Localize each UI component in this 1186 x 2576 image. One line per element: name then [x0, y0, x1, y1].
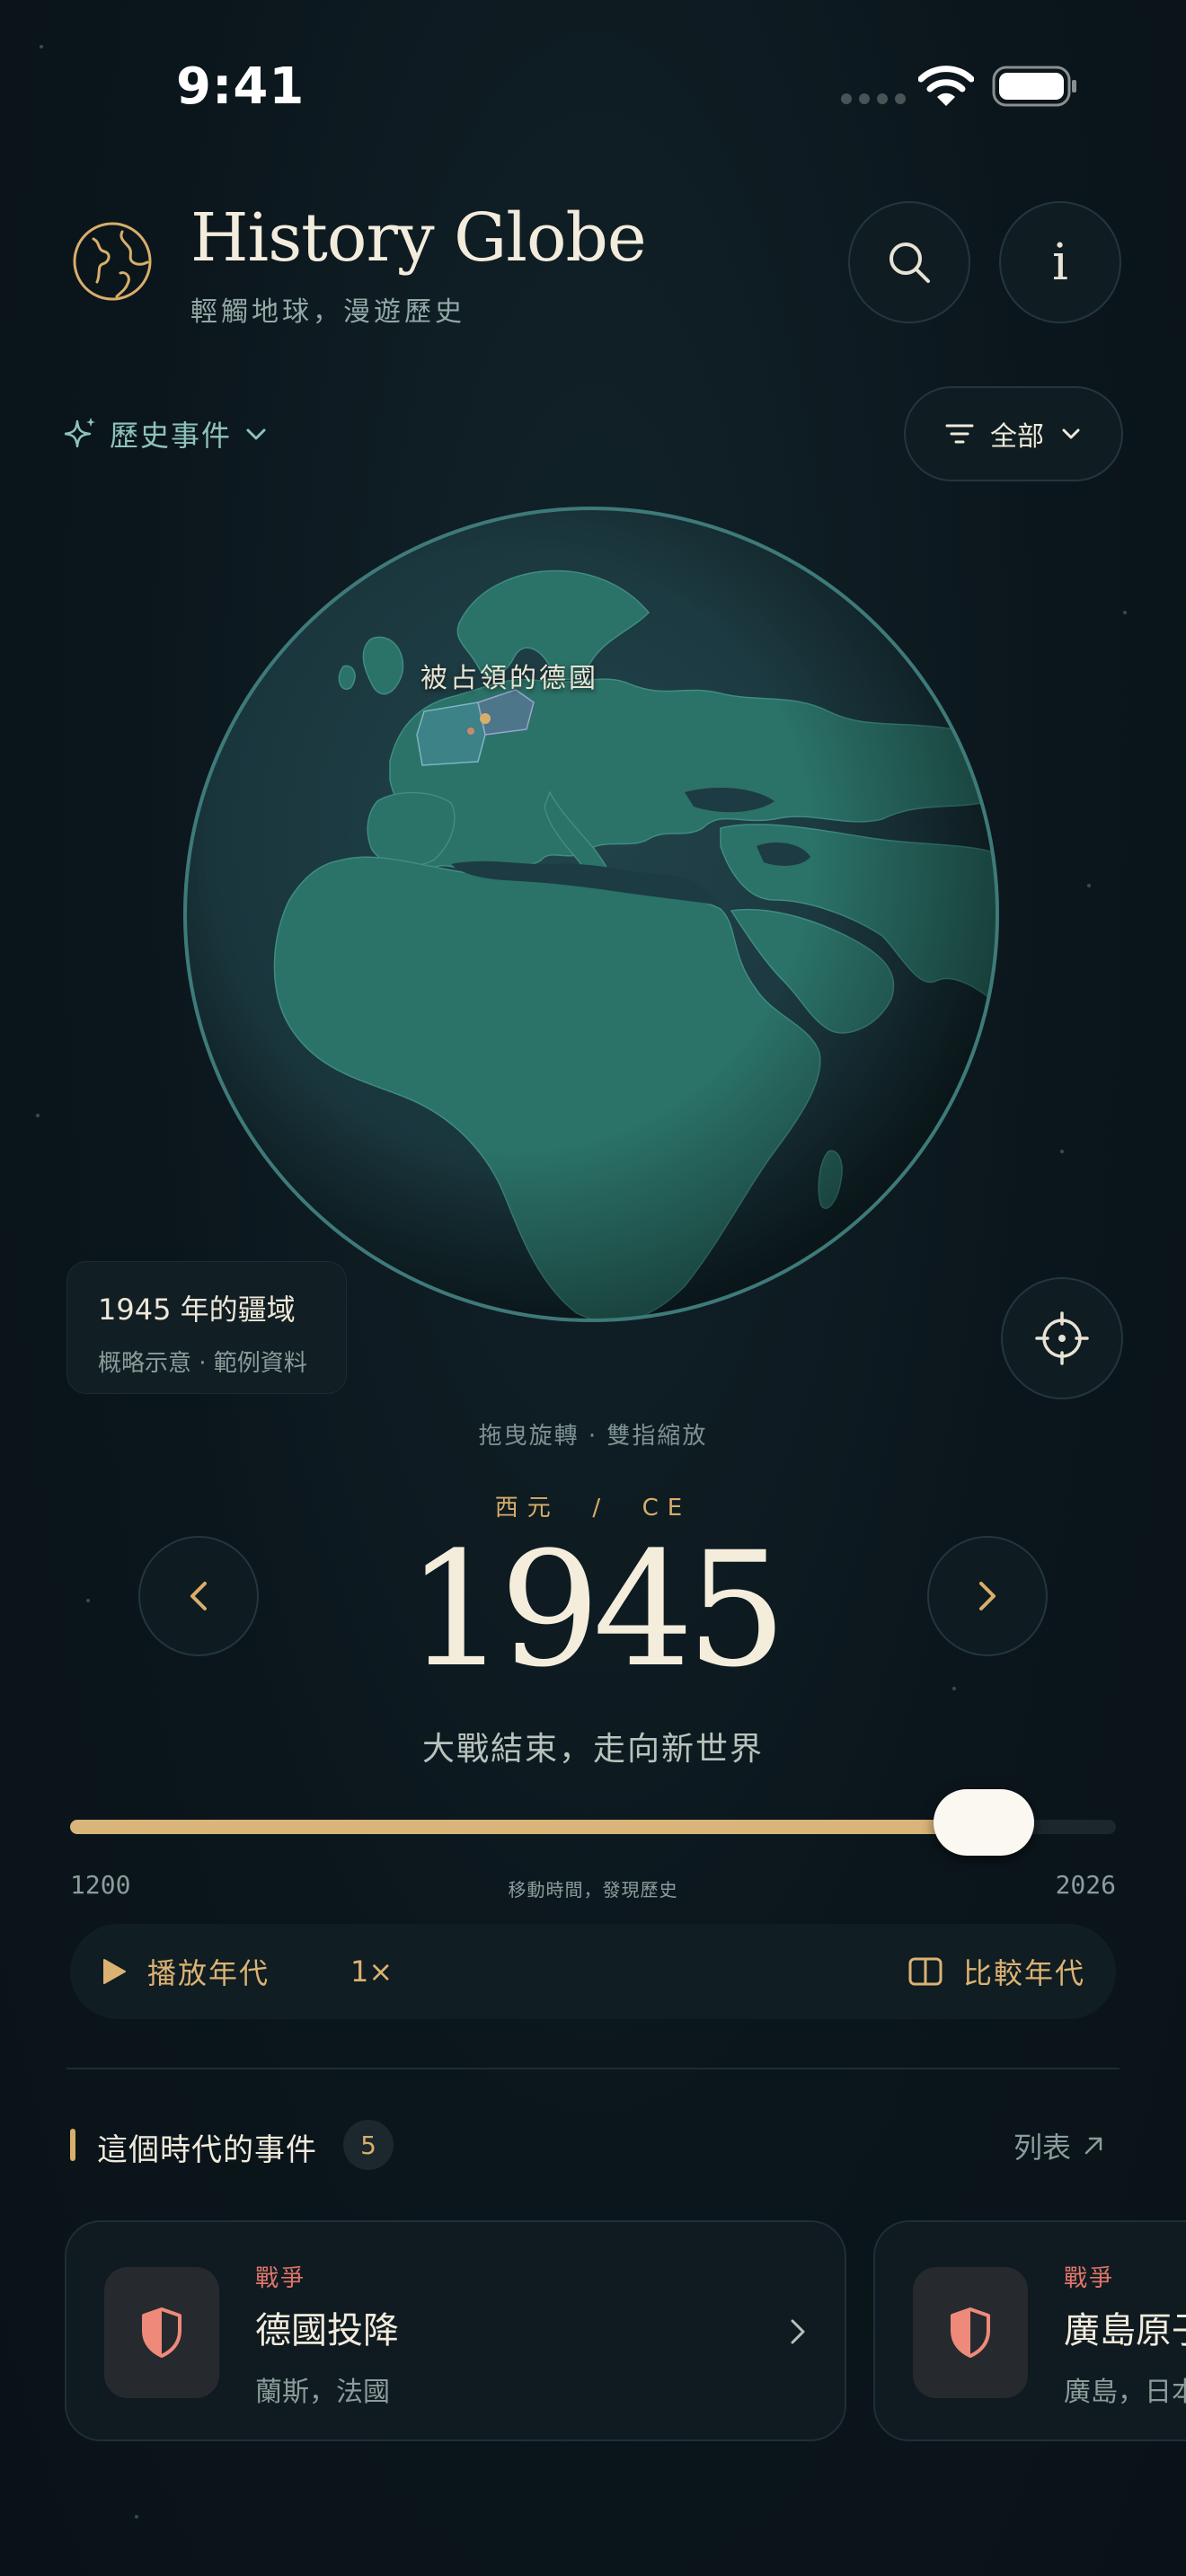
slider-hint: 移動時間，發現歷史: [508, 1879, 678, 1901]
crosshair-icon: [1035, 1311, 1089, 1365]
info-card-title: 1945 年的疆域: [98, 1292, 296, 1327]
year-slider[interactable]: [70, 1789, 1116, 1856]
event-category: 戰爭: [1064, 2265, 1115, 2292]
globe-logo-icon: [73, 222, 152, 301]
play-button[interactable]: 播放年代: [101, 1924, 270, 2019]
chevron-right-icon: [979, 1582, 996, 1610]
chevron-right-icon: [791, 2319, 805, 2344]
shield-icon: [951, 2307, 990, 2358]
split-view-icon: [908, 1957, 943, 1986]
play-icon: [103, 1959, 126, 1984]
app-title: History Globe: [190, 199, 647, 277]
slider-fill: [70, 1820, 985, 1834]
event-title: 德國投降: [255, 2310, 399, 2351]
event-card[interactable]: 戰爭 廣島原子彈爆炸 廣島，日本: [873, 2220, 1186, 2441]
shield-icon: [142, 2307, 181, 2358]
globe[interactable]: [181, 505, 1001, 1324]
list-label: 列表: [1013, 2130, 1071, 2165]
info-icon: i: [1052, 233, 1068, 292]
section-title: 這個時代的事件: [97, 2132, 317, 2168]
event-place: 蘭斯，法國: [255, 2377, 390, 2408]
slider-thumb[interactable]: [934, 1789, 1035, 1856]
recenter-button[interactable]: [1001, 1277, 1123, 1399]
list-view-link[interactable]: 列表: [1013, 2125, 1105, 2166]
event-title: 廣島原子彈爆炸: [1064, 2310, 1186, 2351]
playback-bar: 播放年代 1× 比較年代: [70, 1924, 1116, 2019]
era-title: 大戰結束，走向新世界: [421, 1731, 764, 1768]
event-card[interactable]: 戰爭 德國投降 蘭斯，法國: [65, 2220, 846, 2441]
section-accent: [70, 2129, 75, 2161]
app-screen: 9:41 History Globe 輕觸地球，漫遊歷史 i 歷史事件 全部 被…: [0, 0, 1186, 2576]
category-dropdown[interactable]: 歷史事件: [65, 413, 268, 454]
divider: [66, 2068, 1120, 2069]
gesture-hint: 拖曳旋轉 · 雙指縮放: [478, 1423, 708, 1450]
search-button[interactable]: [848, 201, 970, 323]
search-icon: [890, 243, 930, 283]
app-subtitle: 輕觸地球，漫遊歷史: [190, 296, 465, 328]
compare-label: 比較年代: [962, 1956, 1085, 1990]
sparkle-icon: [65, 418, 95, 448]
slider-max-label: 2026: [1055, 1870, 1116, 1900]
event-icon-tile: [104, 2267, 219, 2398]
play-label: 播放年代: [147, 1956, 270, 1990]
chevron-down-icon: [246, 428, 266, 440]
signal-icon: [841, 93, 906, 104]
region-label: 被占領的德國: [420, 663, 598, 694]
info-card-subtitle: 概略示意 · 範例資料: [98, 1350, 307, 1377]
chevron-down-icon: [1062, 428, 1080, 439]
status-time: 9:41: [176, 57, 305, 116]
arrow-up-right-icon: [1084, 2137, 1102, 2155]
filter-label: 全部: [990, 421, 1044, 453]
event-category: 戰爭: [255, 2265, 306, 2292]
category-label: 歷史事件: [110, 419, 233, 453]
wifi-icon: [918, 66, 974, 106]
next-year-button[interactable]: [927, 1536, 1048, 1656]
speed-toggle[interactable]: 1×: [350, 1924, 393, 2019]
filter-button[interactable]: 全部: [904, 386, 1123, 481]
filter-lines-icon: [945, 424, 974, 444]
event-count-badge: 5: [343, 2120, 394, 2170]
info-button[interactable]: i: [999, 201, 1121, 323]
compare-button[interactable]: 比較年代: [907, 1924, 1085, 2019]
battery-icon: [992, 66, 1076, 107]
territory-info-card: 1945 年的疆域 概略示意 · 範例資料: [66, 1261, 347, 1394]
event-place: 廣島，日本: [1064, 2377, 1186, 2408]
event-icon-tile: [913, 2267, 1028, 2398]
